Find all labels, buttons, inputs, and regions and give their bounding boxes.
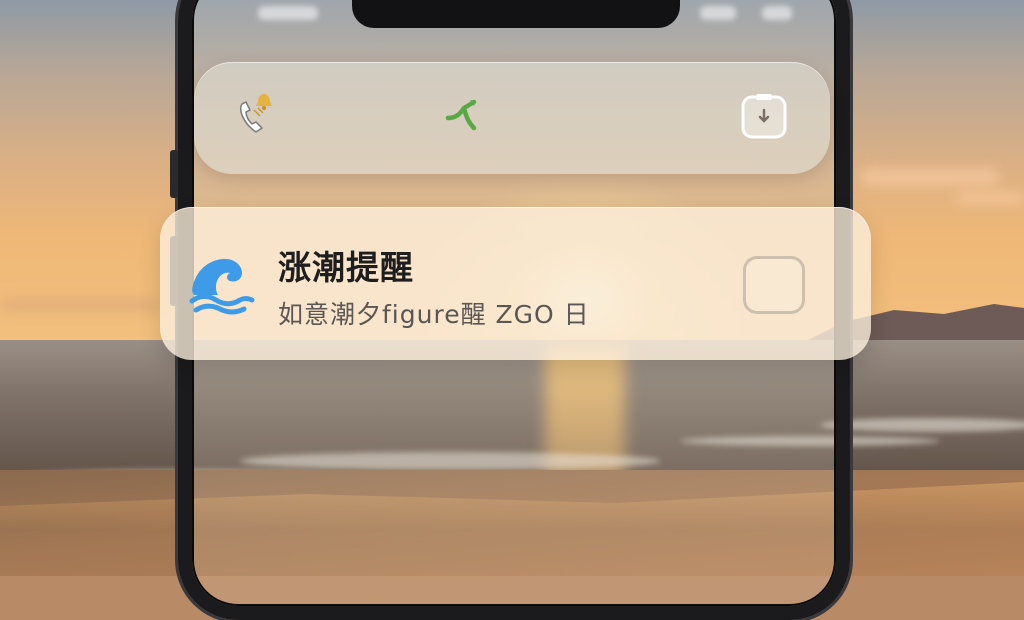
- dismiss-button[interactable]: [738, 90, 790, 142]
- phone-with-bell-icon: [240, 94, 272, 133]
- tide-notification[interactable]: 涨潮提醒 如意潮夕figure醒 ZGO 日: [160, 207, 871, 360]
- call-button[interactable]: [230, 90, 282, 142]
- wave-icon: [189, 258, 255, 315]
- notification-checkbox[interactable]: [743, 256, 805, 314]
- cloud: [0, 300, 160, 310]
- cloud: [955, 192, 1024, 204]
- status-bar-signal: [700, 6, 736, 20]
- status-bar-time: [258, 6, 318, 20]
- download-box-icon: [741, 94, 787, 139]
- status-bar-battery: [762, 6, 792, 20]
- cloud: [860, 168, 1000, 186]
- share-button[interactable]: [436, 90, 488, 142]
- phone-side-button: [170, 150, 178, 198]
- wave: [820, 418, 1024, 432]
- share-icon: [445, 99, 477, 131]
- phone-notch: [352, 0, 680, 28]
- quick-action-bar: [194, 62, 830, 174]
- notification-title: 涨潮提醒: [278, 248, 414, 287]
- notification-body: 如意潮夕figure醒 ZGO 日: [278, 300, 590, 329]
